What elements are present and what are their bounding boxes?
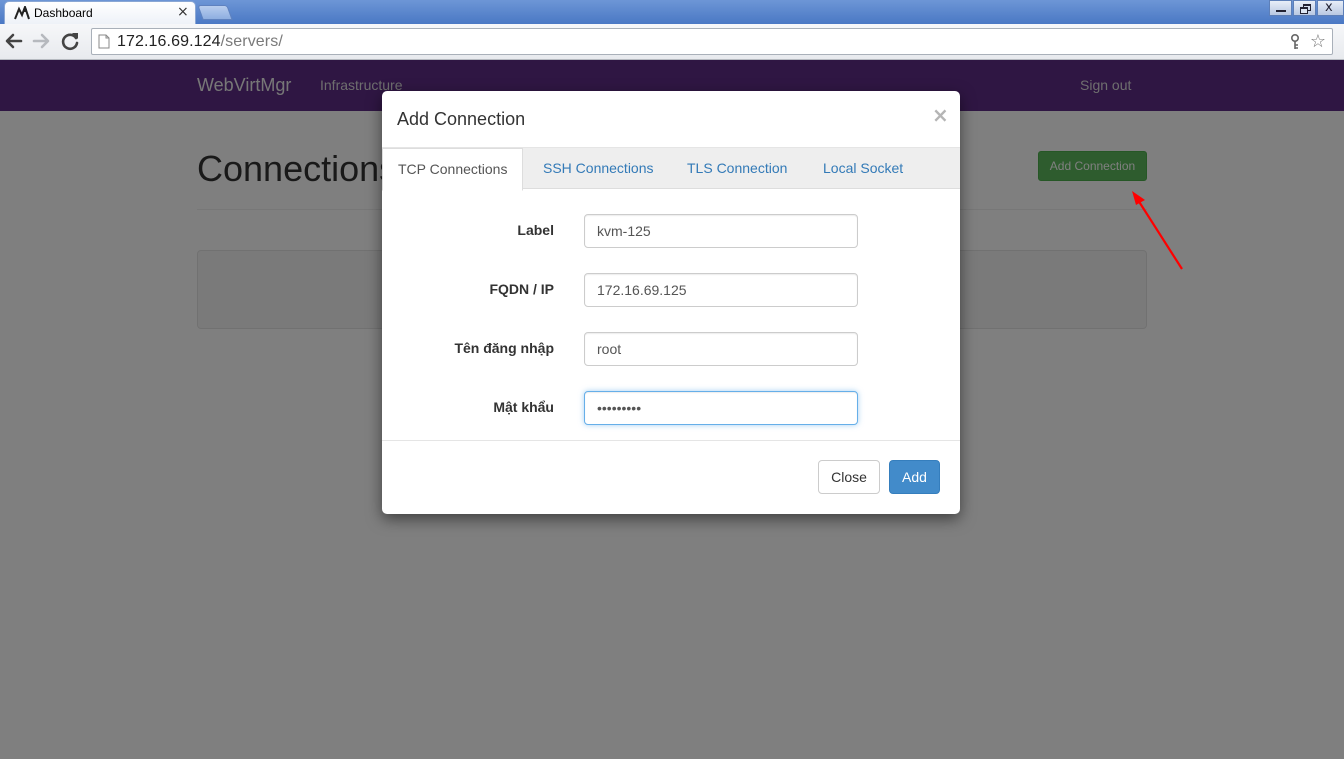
webvirtmgr-favicon-icon: [14, 6, 30, 20]
url-host: 172.16.69.124: [117, 33, 221, 50]
tab-tls-connection[interactable]: TLS Connection: [672, 148, 802, 190]
password-input[interactable]: [584, 391, 858, 425]
connection-type-tabs: TCP Connections SSH Connections TLS Conn…: [382, 147, 960, 191]
browser-tab-title: Dashboard: [34, 6, 93, 20]
add-connection-modal: Add Connection × TCP Connections SSH Con…: [382, 91, 960, 514]
close-button[interactable]: Close: [818, 460, 880, 494]
username-input[interactable]: [584, 332, 858, 366]
fqdn-field-label: FQDN / IP: [489, 281, 554, 297]
address-bar[interactable]: 172.16.69.124/servers/ ☆: [91, 28, 1333, 55]
forward-arrow-icon[interactable]: [30, 30, 52, 52]
reload-icon[interactable]: [59, 30, 81, 52]
modal-footer-divider: [382, 440, 960, 441]
browser-titlebar: Dashboard × x: [0, 0, 1344, 24]
label-input[interactable]: [584, 214, 858, 248]
minimize-window-button[interactable]: [1269, 0, 1292, 16]
fqdn-input[interactable]: [584, 273, 858, 307]
annotation-arrow-icon: [1132, 191, 1183, 270]
label-row: Label: [382, 214, 960, 248]
bookmark-star-icon[interactable]: ☆: [1310, 31, 1326, 52]
modal-close-icon[interactable]: ×: [932, 103, 949, 127]
browser-tab-dashboard[interactable]: Dashboard ×: [4, 1, 196, 24]
modal-title: Add Connection: [397, 109, 526, 129]
password-field-label: Mật khẩu: [493, 399, 554, 415]
password-row: Mật khẩu: [382, 391, 960, 425]
username-row: Tên đăng nhập: [382, 332, 960, 366]
tab-tcp-connections[interactable]: TCP Connections: [382, 148, 524, 191]
url-text: 172.16.69.124/servers/: [117, 33, 283, 51]
new-tab-button[interactable]: [197, 5, 233, 20]
browser-toolbar: 172.16.69.124/servers/ ☆: [0, 24, 1344, 60]
url-path: /servers/: [220, 33, 283, 50]
key-icon[interactable]: [1288, 34, 1302, 50]
username-field-label: Tên đăng nhập: [454, 340, 554, 356]
fqdn-row: FQDN / IP: [382, 273, 960, 307]
close-tab-icon[interactable]: ×: [177, 4, 189, 20]
tab-ssh-connections[interactable]: SSH Connections: [528, 148, 669, 190]
tab-local-socket[interactable]: Local Socket: [808, 148, 918, 190]
label-field-label: Label: [517, 222, 554, 238]
close-window-button[interactable]: x: [1317, 0, 1344, 16]
restore-window-button[interactable]: [1293, 0, 1316, 16]
minimize-icon: [1276, 10, 1286, 12]
back-arrow-icon[interactable]: [3, 30, 25, 52]
restore-icon-front: [1300, 7, 1308, 14]
add-button[interactable]: Add: [889, 460, 940, 494]
window-controls: x: [1268, 0, 1344, 17]
close-window-icon: x: [1325, 0, 1333, 15]
page-icon: [98, 34, 110, 49]
